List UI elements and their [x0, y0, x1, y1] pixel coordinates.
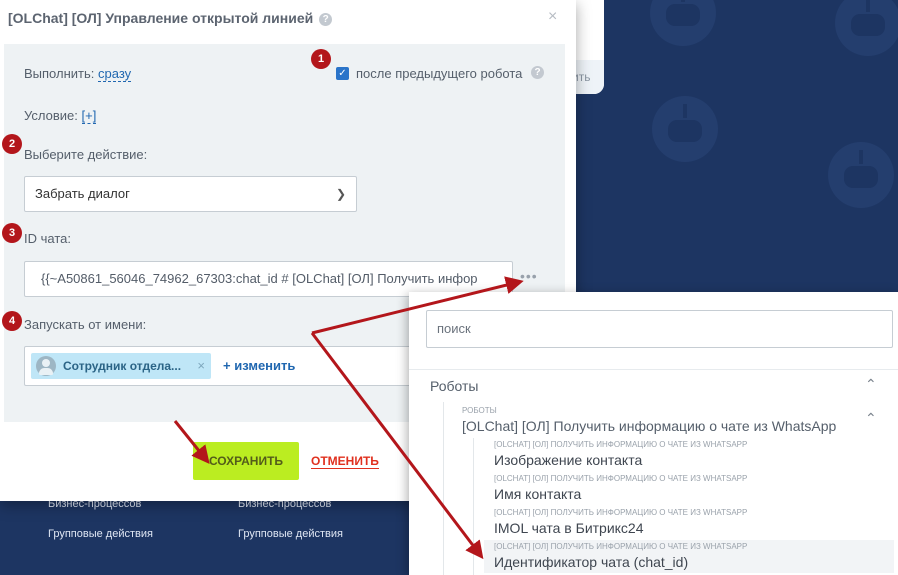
change-user-link[interactable]: + изменить — [223, 358, 295, 373]
avatar — [36, 356, 56, 376]
after-previous-checkbox[interactable]: ✓ — [336, 67, 349, 80]
background-robot-icon — [828, 142, 894, 208]
chevron-up-icon[interactable]: ⌃ — [865, 376, 877, 393]
list-item[interactable]: [OLCHAT] [ОЛ] ПОЛУЧИТЬ ИНФОРМАЦИЮ О ЧАТЕ… — [484, 472, 894, 505]
subgroup-title[interactable]: [OLChat] [ОЛ] Получить информацию о чате… — [462, 418, 836, 434]
background-robot-icon — [835, 0, 898, 56]
step-badge: 4 — [2, 311, 22, 331]
item-name: Изображение контакта — [494, 452, 643, 468]
subgroup-caption: РОБОТЫ — [462, 406, 497, 415]
item-caption: [OLCHAT] [ОЛ] ПОЛУЧИТЬ ИНФОРМАЦИЮ О ЧАТЕ… — [494, 474, 748, 483]
action-label: Выберите действие: — [24, 147, 148, 162]
dialog-title-text: [OLChat] [ОЛ] Управление открытой линией — [8, 10, 314, 26]
field-picker-popup: поиск Роботы ⌃ РОБОТЫ [OLChat] [ОЛ] Полу… — [409, 292, 898, 575]
dialog-title: [OLChat] [ОЛ] Управление открытой линией… — [8, 10, 333, 26]
search-input[interactable]: поиск — [426, 310, 893, 348]
action-select[interactable]: Забрать диалог ❯ — [24, 176, 357, 212]
condition-row: Условие: [+] — [24, 108, 97, 124]
chevron-up-icon[interactable]: ⌃ — [865, 410, 877, 427]
run-as-field: Сотрудник отдела... × + изменить — [24, 346, 424, 386]
item-caption: [OLCHAT] [ОЛ] ПОЛУЧИТЬ ИНФОРМАЦИЮ О ЧАТЕ… — [494, 542, 748, 551]
user-tag[interactable]: Сотрудник отдела... × — [31, 353, 211, 379]
tree-line — [443, 402, 444, 575]
action-select-value: Забрать диалог — [35, 186, 130, 201]
step-badge: 2 — [2, 134, 22, 154]
execute-link[interactable]: сразу — [98, 66, 132, 82]
list-item[interactable]: [OLCHAT] [ОЛ] ПОЛУЧИТЬ ИНФОРМАЦИЮ О ЧАТЕ… — [484, 506, 894, 539]
condition-label: Условие: — [24, 108, 78, 123]
item-name: Имя контакта — [494, 486, 582, 502]
divider — [409, 369, 898, 370]
chevron-down-icon: ❯ — [335, 187, 346, 201]
item-name: Идентификатор чата (chat_id) — [494, 554, 689, 570]
footer-link[interactable]: Групповые действия — [238, 519, 343, 549]
group-robots-label[interactable]: Роботы — [430, 378, 478, 394]
close-icon[interactable]: × — [548, 8, 557, 26]
help-icon[interactable]: ? — [319, 12, 333, 26]
item-name: IMOL чата в Битрикс24 — [494, 520, 644, 536]
run-as-label: Запускать от имени: — [24, 317, 147, 332]
remove-user-icon[interactable]: × — [197, 353, 205, 379]
item-caption: [OLCHAT] [ОЛ] ПОЛУЧИТЬ ИНФОРМАЦИЮ О ЧАТЕ… — [494, 508, 748, 517]
chat-id-label: ID чата: — [24, 231, 71, 246]
tree-line — [473, 438, 474, 575]
list-item[interactable]: [OLCHAT] [ОЛ] ПОЛУЧИТЬ ИНФОРМАЦИЮ О ЧАТЕ… — [484, 438, 894, 471]
list-item-highlighted[interactable]: [OLCHAT] [ОЛ] ПОЛУЧИТЬ ИНФОРМАЦИЮ О ЧАТЕ… — [484, 540, 894, 573]
user-tag-name: Сотрудник отдела... — [63, 359, 182, 373]
after-previous-label: после предыдущего робота — [356, 66, 523, 81]
help-icon[interactable]: ? — [531, 66, 544, 79]
item-caption: [OLCHAT] [ОЛ] ПОЛУЧИТЬ ИНФОРМАЦИЮ О ЧАТЕ… — [494, 440, 748, 449]
more-options-icon[interactable]: ••• — [520, 268, 538, 284]
step-badge: 3 — [2, 223, 22, 243]
execute-label: Выполнить: — [24, 66, 95, 81]
condition-add-link[interactable]: [+] — [81, 108, 97, 124]
execute-row: Выполнить: сразу — [24, 66, 132, 82]
background-robot-icon — [650, 0, 716, 46]
step-badge: 1 — [311, 49, 331, 69]
save-button[interactable]: СОХРАНИТЬ — [193, 442, 299, 480]
cancel-button[interactable]: ОТМЕНИТЬ — [311, 454, 379, 469]
background-robot-icon — [652, 96, 718, 162]
footer-link[interactable]: Групповые действия — [48, 519, 153, 549]
